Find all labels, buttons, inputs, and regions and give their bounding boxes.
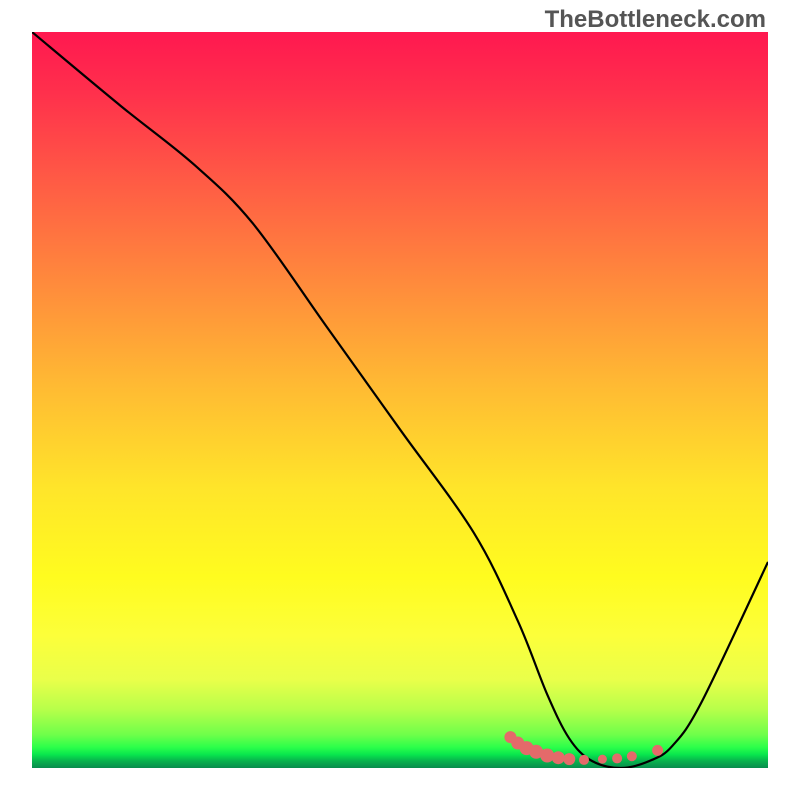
marker-dot <box>627 751 637 761</box>
curve-path <box>32 32 768 768</box>
marker-dot <box>540 748 554 762</box>
marker-dot <box>652 745 663 756</box>
marker-dot <box>598 755 607 764</box>
marker-dot <box>563 753 575 765</box>
marker-dot <box>612 753 622 763</box>
bottleneck-chart: TheBottleneck.com <box>0 0 800 800</box>
bottleneck-markers <box>504 731 663 765</box>
watermark-text: TheBottleneck.com <box>545 6 766 34</box>
bottleneck-curve <box>32 32 768 768</box>
plot-area <box>32 32 768 768</box>
marker-dot <box>552 751 565 764</box>
marker-dot <box>579 755 589 765</box>
curve-layer <box>32 32 768 768</box>
